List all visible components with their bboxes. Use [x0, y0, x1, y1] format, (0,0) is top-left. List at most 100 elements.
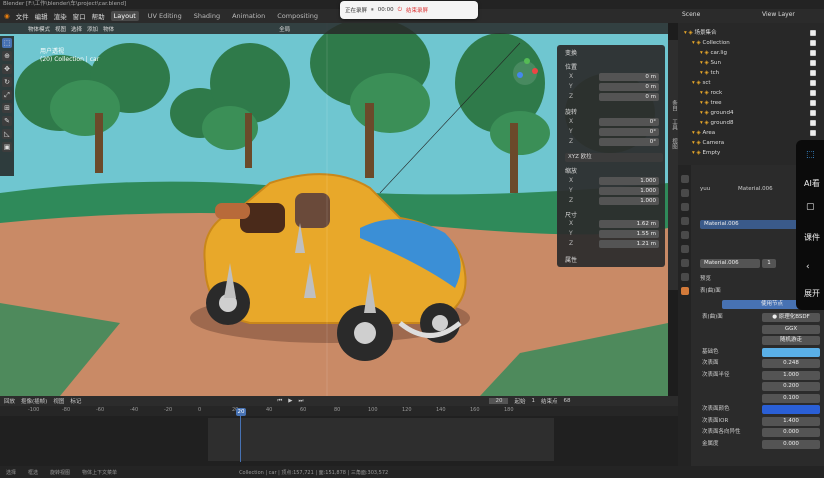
- include-checkbox[interactable]: [810, 110, 816, 116]
- expand-icon[interactable]: ‹: [806, 262, 810, 272]
- outliner-row[interactable]: ▾ ◈ tch: [700, 69, 719, 78]
- outliner-row[interactable]: ▾ ◈ ground4: [700, 109, 733, 118]
- material-tab-icon[interactable]: [680, 287, 689, 295]
- include-checkbox[interactable]: [810, 40, 816, 46]
- scene-selector[interactable]: Scene: [682, 11, 700, 18]
- marker-menu[interactable]: 标记: [70, 397, 81, 405]
- transform-tool-icon[interactable]: ⊞: [2, 103, 12, 113]
- modifier-tab-icon[interactable]: [680, 259, 689, 267]
- rotate-tool-icon[interactable]: ↻: [2, 77, 12, 87]
- outliner-row[interactable]: ▾ ◈ ground8: [700, 119, 733, 128]
- blender-logo-icon[interactable]: ◉: [4, 12, 10, 20]
- tab-compositing[interactable]: Compositing: [274, 11, 321, 21]
- tab-layout[interactable]: Layout: [110, 11, 139, 21]
- property-field[interactable]: ● 原理化BSDF: [762, 313, 820, 322]
- scale-x[interactable]: X 1.000: [569, 176, 659, 185]
- menu-file[interactable]: 文件: [16, 11, 29, 21]
- properties-subpanel[interactable]: 属性: [565, 255, 577, 264]
- outliner-row[interactable]: ▾ ◈ 场景集合: [684, 29, 717, 38]
- property-field[interactable]: 0.100: [762, 393, 820, 403]
- rotation-mode-dropdown[interactable]: XYZ 欧拉: [565, 153, 663, 162]
- outliner-row[interactable]: ▾ ◈ sct: [692, 79, 711, 88]
- tab-shading[interactable]: Shading: [191, 11, 223, 21]
- include-checkbox[interactable]: [810, 90, 816, 96]
- stop-icon[interactable]: ⏻: [398, 7, 402, 14]
- timeline-view-menu[interactable]: 视图: [53, 397, 64, 405]
- property-field[interactable]: 0.000: [762, 428, 820, 437]
- keying-menu[interactable]: 抠像(插帧): [21, 397, 47, 405]
- dimensions-z[interactable]: Z 1.21 m: [569, 239, 659, 248]
- property-field[interactable]: 1.400: [762, 416, 820, 426]
- property-field[interactable]: [762, 347, 820, 357]
- include-checkbox[interactable]: [810, 80, 816, 86]
- pause-icon[interactable]: ⏸: [371, 7, 374, 14]
- property-field[interactable]: 随机游走: [762, 336, 820, 345]
- add-cube-icon[interactable]: ▣: [2, 142, 12, 152]
- measure-tool-icon[interactable]: ◺: [2, 129, 12, 139]
- section-surface[interactable]: 表(曲)面: [700, 287, 721, 296]
- transform-header[interactable]: 变换: [565, 48, 577, 57]
- menu-render[interactable]: 渲染: [54, 11, 67, 21]
- rotation-x[interactable]: X 0°: [569, 117, 659, 126]
- courseware-label[interactable]: 课件: [804, 232, 820, 243]
- object-tab-icon[interactable]: [680, 245, 689, 253]
- location-y[interactable]: Y0 m: [569, 82, 659, 91]
- dimensions-x[interactable]: X 1.62 m: [569, 219, 659, 228]
- tab-tool[interactable]: 工具: [668, 119, 678, 130]
- tab-animation[interactable]: Animation: [229, 11, 268, 21]
- include-checkbox[interactable]: [810, 50, 816, 56]
- current-frame-field[interactable]: 20: [489, 398, 509, 404]
- include-checkbox[interactable]: [810, 120, 816, 126]
- physics-tab-icon[interactable]: [680, 273, 689, 281]
- outliner-row[interactable]: ▾ ◈ Camera: [692, 139, 724, 148]
- world-tab-icon[interactable]: [680, 231, 689, 239]
- object-menu[interactable]: 物体: [103, 25, 114, 33]
- scale-y[interactable]: Y 1.000: [569, 186, 659, 195]
- include-checkbox[interactable]: [810, 60, 816, 66]
- stop-recording-button[interactable]: 结束录屏: [406, 6, 428, 14]
- property-field[interactable]: 0.248: [762, 359, 820, 368]
- tab-uv-editing[interactable]: UV Editing: [145, 11, 185, 21]
- material-slot[interactable]: Material.006: [700, 220, 810, 229]
- outliner-row[interactable]: ▾ ◈ Sun: [700, 59, 721, 68]
- ai-icon[interactable]: ⬚: [806, 150, 815, 160]
- location-x[interactable]: X0 m: [569, 72, 659, 81]
- output-tab-icon[interactable]: [680, 203, 689, 211]
- property-field[interactable]: 1.000: [762, 370, 820, 380]
- rotation-z[interactable]: Z 0°: [569, 137, 659, 146]
- menu-edit[interactable]: 编辑: [35, 11, 48, 21]
- include-checkbox[interactable]: [810, 130, 816, 136]
- menu-help[interactable]: 帮助: [92, 11, 105, 21]
- material-users[interactable]: 1: [762, 259, 776, 268]
- location-z[interactable]: Z0 m: [569, 92, 659, 101]
- tool-tab-icon[interactable]: [680, 175, 689, 183]
- view-menu[interactable]: 视图: [55, 25, 66, 33]
- play-icon[interactable]: ▶: [288, 398, 292, 404]
- start-frame-field[interactable]: 1: [532, 398, 536, 404]
- ai-label[interactable]: AI看: [804, 178, 820, 189]
- menu-window[interactable]: 窗口: [73, 11, 86, 21]
- jump-start-icon[interactable]: ⏮: [277, 398, 282, 405]
- add-menu[interactable]: 添加: [87, 25, 98, 33]
- playback-menu[interactable]: 回放: [4, 397, 15, 405]
- select-tool-icon[interactable]: ⬚: [2, 38, 12, 48]
- tab-item[interactable]: 条目: [668, 100, 678, 111]
- include-checkbox[interactable]: [810, 70, 816, 76]
- include-checkbox[interactable]: [810, 100, 816, 106]
- outliner-row[interactable]: ▾ ◈ rock: [700, 89, 722, 98]
- outliner-row[interactable]: ▾ ◈ Collection: [692, 39, 730, 48]
- jump-end-icon[interactable]: ⏭: [299, 398, 304, 405]
- cursor-tool-icon[interactable]: ⊕: [2, 51, 12, 61]
- expand-label[interactable]: 展开: [804, 288, 820, 299]
- playhead[interactable]: 20: [236, 408, 246, 416]
- property-field[interactable]: 0.000: [762, 439, 820, 449]
- outliner-row[interactable]: ▾ ◈ car.lig: [700, 49, 727, 58]
- outliner-row[interactable]: ▾ ◈ Empty: [692, 149, 720, 158]
- scale-tool-icon[interactable]: ⤢: [2, 90, 12, 100]
- transform-orientation[interactable]: 全局: [279, 25, 290, 33]
- render-tab-icon[interactable]: [680, 189, 689, 197]
- frame-ruler[interactable]: -100 -80 -60 -40 -20 0 20 40 60 80 100 120 140 160 180: [0, 406, 678, 416]
- property-field[interactable]: 0.200: [762, 382, 820, 391]
- property-field[interactable]: [762, 405, 820, 414]
- outliner-row[interactable]: ▾ ◈ tree: [700, 99, 722, 108]
